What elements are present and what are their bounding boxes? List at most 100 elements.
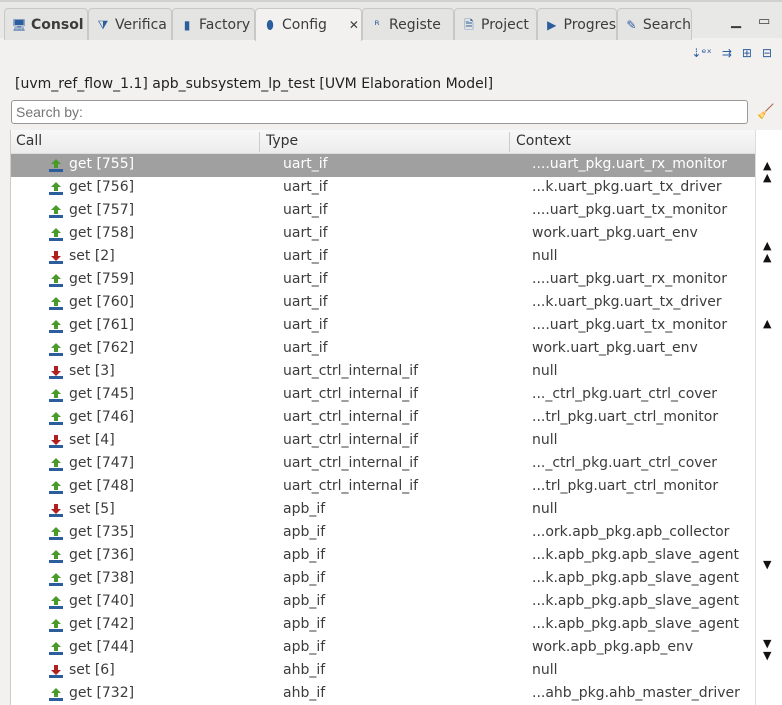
context-cell: ...k.apb_pkg.apb_slave_agent: [532, 616, 740, 632]
get-arrow-icon: [49, 343, 63, 356]
get-arrow-icon: [49, 458, 63, 471]
table-row[interactable]: get [759] uart_if ....uart_pkg.uart_rx_m…: [11, 269, 755, 292]
call-cell: get [756]: [69, 179, 135, 195]
tab-verifica[interactable]: ⧩ Verifica: [88, 8, 172, 40]
up-icon[interactable]: ▲: [763, 318, 771, 330]
table-row[interactable]: set [3] uart_ctrl_internal_if null: [11, 361, 755, 384]
type-cell: uart_if: [283, 271, 328, 287]
table-row[interactable]: set [4] uart_ctrl_internal_if null: [11, 430, 755, 453]
get-arrow-icon: [49, 688, 63, 701]
call-cell: get [748]: [69, 478, 135, 494]
tab-label: Progres: [563, 16, 616, 33]
table-row[interactable]: get [735] apb_if ...ork.apb_pkg.apb_coll…: [11, 522, 755, 545]
clear-search-icon[interactable]: 🧹: [757, 104, 774, 120]
table-row[interactable]: get [760] uart_if ...k.uart_pkg.uart_tx_…: [11, 292, 755, 315]
table-row[interactable]: get [740] apb_if ...k.apb_pkg.apb_slave_…: [11, 591, 755, 614]
table-row[interactable]: get [757] uart_if ....uart_pkg.uart_tx_m…: [11, 200, 755, 223]
type-cell: ahb_if: [283, 685, 326, 701]
tab-label: Registe: [389, 16, 441, 33]
table-row[interactable]: get [742] apb_if ...k.apb_pkg.apb_slave_…: [11, 614, 755, 637]
context-cell: ....uart_pkg.uart_rx_monitor: [532, 156, 727, 172]
first-icon[interactable]: ▲ ▲: [763, 160, 771, 184]
console-icon: 🖥: [11, 17, 27, 32]
config-db-icon: ⬮: [266, 18, 274, 32]
table-row[interactable]: set [5] apb_if null: [11, 499, 755, 522]
link-icon[interactable]: ⇉: [722, 46, 732, 60]
type-cell: uart_if: [283, 317, 328, 333]
table-header: Call Type Context: [11, 130, 755, 154]
table-row[interactable]: get [747] uart_ctrl_internal_if ..._ctrl…: [11, 453, 755, 476]
context-cell: null: [532, 432, 558, 448]
table-row[interactable]: get [738] apb_if ...k.apb_pkg.apb_slave_…: [11, 568, 755, 591]
tab-factory[interactable]: ▮ Factory: [172, 8, 255, 40]
get-arrow-icon: [49, 527, 63, 540]
table-row[interactable]: get [745] uart_ctrl_internal_if ..._ctrl…: [11, 384, 755, 407]
config-table: Call Type Context get [755] uart_if ....…: [10, 130, 755, 705]
set-arrow-icon: [49, 435, 63, 448]
type-cell: uart_ctrl_internal_if: [283, 455, 419, 471]
context-cell: ....uart_pkg.uart_tx_monitor: [532, 317, 728, 333]
factory-icon: ▮: [183, 17, 191, 32]
context-cell: ...trl_pkg.uart_ctrl_monitor: [532, 409, 719, 425]
table-row[interactable]: get [732] ahb_if ...ahb_pkg.ahb_master_d…: [11, 683, 755, 705]
get-arrow-icon: [49, 550, 63, 563]
get-arrow-icon: [49, 320, 63, 333]
column-call[interactable]: Call: [16, 133, 42, 149]
context-cell: ...k.apb_pkg.apb_slave_agent: [532, 570, 740, 586]
table-row[interactable]: get [756] uart_if ...k.uart_pkg.uart_tx_…: [11, 177, 755, 200]
navigation-column: ▲ ▲ ▲ ▲ ▲ ▼ ▼ ▼: [755, 130, 782, 705]
down-icon[interactable]: ▼: [763, 559, 771, 571]
tab-search[interactable]: ✎ Search: [617, 8, 692, 40]
get-arrow-icon: [49, 182, 63, 195]
table-row[interactable]: get [736] apb_if ...k.apb_pkg.apb_slave_…: [11, 545, 755, 568]
close-icon[interactable]: ✕: [349, 18, 359, 32]
tab-registe[interactable]: ᴿ Registe: [362, 8, 454, 40]
call-cell: get [736]: [69, 547, 135, 563]
tab-config[interactable]: ⬮ Config ✕: [255, 8, 362, 41]
tab-project[interactable]: 🗎 Project: [454, 8, 537, 40]
table-row[interactable]: get [755] uart_if ....uart_pkg.uart_rx_m…: [11, 154, 755, 177]
type-cell: apb_if: [283, 524, 326, 540]
set-arrow-icon: [49, 665, 63, 678]
tab-label: Project: [481, 16, 529, 33]
table-row[interactable]: get [758] uart_if work.uart_pkg.uart_env: [11, 223, 755, 246]
view-title: [uvm_ref_flow_1.1] apb_subsystem_lp_test…: [15, 76, 494, 92]
maximize-button[interactable]: ▭: [758, 14, 770, 29]
column-type[interactable]: Type: [266, 133, 298, 149]
context-cell: work.uart_pkg.uart_env: [532, 340, 698, 356]
page-down-icon[interactable]: ▼ ▼: [763, 638, 771, 662]
context-cell: ...k.uart_pkg.uart_tx_driver: [532, 294, 722, 310]
tab-label: Config: [282, 17, 327, 33]
tab-progres[interactable]: ▶ Progres: [537, 8, 617, 40]
type-cell: uart_ctrl_internal_if: [283, 409, 419, 425]
call-cell: get [735]: [69, 524, 135, 540]
exec-order-icon[interactable]: ⇣ᵉˣ: [691, 46, 711, 60]
project-icon: 🗎: [464, 17, 474, 32]
type-cell: uart_ctrl_internal_if: [283, 386, 419, 402]
type-cell: apb_if: [283, 570, 326, 586]
call-cell: set [6]: [69, 662, 115, 678]
type-cell: apb_if: [283, 501, 326, 517]
table-row[interactable]: get [744] apb_if work.apb_pkg.apb_env: [11, 637, 755, 660]
table-row[interactable]: get [762] uart_if work.uart_pkg.uart_env: [11, 338, 755, 361]
table-row[interactable]: set [2] uart_if null: [11, 246, 755, 269]
search-input[interactable]: [11, 100, 748, 124]
call-cell: get [744]: [69, 639, 135, 655]
tab-consol[interactable]: 🖥 Consol: [4, 8, 88, 40]
column-context[interactable]: Context: [516, 133, 571, 149]
context-cell: ..._ctrl_pkg.uart_ctrl_cover: [532, 386, 717, 402]
table-row[interactable]: get [748] uart_ctrl_internal_if ...trl_p…: [11, 476, 755, 499]
page-up-icon[interactable]: ▲ ▲: [763, 240, 771, 264]
view-tab-bar: 🖥 Consol ⧩ Verifica ▮ Factory ⬮ Config ✕ ᴿ Registe…: [0, 0, 782, 41]
expand-all-icon[interactable]: ⊞: [742, 46, 752, 60]
get-arrow-icon: [49, 297, 63, 310]
table-row[interactable]: get [746] uart_ctrl_internal_if ...trl_p…: [11, 407, 755, 430]
type-cell: uart_if: [283, 294, 328, 310]
table-row[interactable]: get [761] uart_if ....uart_pkg.uart_tx_m…: [11, 315, 755, 338]
get-arrow-icon: [49, 274, 63, 287]
collapse-all-icon[interactable]: ⊟: [762, 46, 772, 60]
table-row[interactable]: set [6] ahb_if null: [11, 660, 755, 683]
minimize-button[interactable]: ▁: [731, 14, 741, 29]
call-cell: get [757]: [69, 202, 135, 218]
context-cell: ...ahb_pkg.ahb_master_driver: [532, 685, 740, 701]
